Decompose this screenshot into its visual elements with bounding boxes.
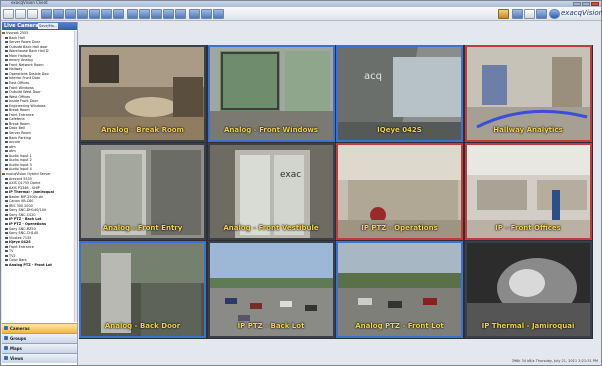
layout-5x4-icon[interactable] <box>127 9 138 19</box>
nav-groups[interactable]: Groups <box>2 333 77 343</box>
layout-4x3-icon[interactable] <box>101 9 112 19</box>
nav-views[interactable]: Views <box>2 353 77 363</box>
camera-tile[interactable]: acq IQeye 042S <box>336 45 463 142</box>
camera-tree: Vsvrsot 2555 Back Hall Server Room Door Out… <box>2 31 77 322</box>
camera-caption: Analog - Front Entry <box>102 224 183 232</box>
camera-caption: Analog - Break Room <box>101 126 184 134</box>
camera-grid: Analog - Break Room Analog - Front Window… <box>79 45 593 339</box>
layout-7x7-icon[interactable] <box>175 9 186 19</box>
camera-tile[interactable]: Analog - Break Room <box>79 45 206 142</box>
maximize-button[interactable] <box>582 2 590 6</box>
camera-caption: Analog - Front Vestibule <box>223 224 319 232</box>
window-controls <box>573 2 599 6</box>
minimize-button[interactable] <box>573 2 581 6</box>
sidebar-scrollbar[interactable] <box>74 31 77 322</box>
status-text: 396k 34 kB/s Thursday, July 21, 2011 3:2… <box>511 359 598 363</box>
camera-caption: Analog PTZ - Front Lot <box>355 322 444 330</box>
svg-text:exac: exac <box>280 170 301 180</box>
layout-6x6-icon[interactable] <box>163 9 174 19</box>
camera-tile[interactable]: Analog - Front Entry <box>79 143 206 240</box>
camera-tile[interactable]: Hallway Analytics <box>464 45 592 142</box>
camera-caption: IP PTZ - Back Lot <box>237 322 305 330</box>
layout-wide-icon[interactable] <box>201 9 212 19</box>
camera-caption: IP - Front Offices <box>495 224 561 232</box>
camera-tile[interactable]: IP - Front Offices <box>464 143 592 240</box>
camera-caption: IP Thermal - Jamiroquai <box>481 322 575 330</box>
fullscreen-icon[interactable] <box>524 9 535 19</box>
help-icon[interactable] <box>549 9 560 19</box>
search-icon[interactable] <box>15 9 26 19</box>
close-button[interactable] <box>591 2 599 6</box>
status-bar: 396k 34 kB/s Thursday, July 21, 2011 3:2… <box>79 341 601 365</box>
sidebar: Live Cameras Save/Ma... Vsvrsot 2555 Back… <box>2 22 78 365</box>
layout-4x4-icon[interactable] <box>113 9 124 19</box>
camera-caption: IP PTZ - Operations <box>361 224 438 232</box>
layout-6x5-icon[interactable] <box>151 9 162 19</box>
layout-2x2-icon[interactable] <box>53 9 64 19</box>
live-view-icon[interactable] <box>3 9 14 19</box>
sidebar-header-button[interactable]: Save/Ma... <box>38 23 59 29</box>
camera-tile[interactable]: exac Analog - Front Vestibule <box>207 143 335 240</box>
layout-tall-icon[interactable] <box>213 9 224 19</box>
camera-tile[interactable]: IP PTZ - Back Lot <box>207 241 335 338</box>
camera-caption: Hallway Analytics <box>493 126 563 134</box>
window-title: exacqVision Client <box>11 0 48 5</box>
sidebar-header: Live Cameras Save/Ma... <box>2 22 77 30</box>
layout-1x1-icon[interactable] <box>41 9 52 19</box>
camera-tile[interactable]: Analog - Front Windows <box>207 45 335 142</box>
camera-tile[interactable]: IP PTZ - Operations <box>336 143 463 240</box>
tree-camera-item[interactable]: Analog PTZ - Front Lot <box>2 263 77 268</box>
brand-logo: exacqVision <box>561 9 602 17</box>
camera-tile[interactable]: IP Thermal - Jamiroquai <box>464 241 592 338</box>
nav-cameras[interactable]: Cameras <box>2 323 77 333</box>
camera-caption: Analog - Back Door <box>104 322 181 330</box>
config-icon[interactable] <box>27 9 38 19</box>
layout-3x3-icon[interactable] <box>77 9 88 19</box>
camera-tile[interactable]: Analog - Back Door <box>79 241 206 338</box>
sidebar-title: Live Cameras <box>4 23 42 29</box>
camera-caption: Analog - Front Windows <box>223 126 319 134</box>
user-icon[interactable] <box>498 9 509 19</box>
sidebar-nav: Cameras Groups Maps Views <box>2 323 77 363</box>
app-window: exacqVision Client exacqVision Live Came… <box>0 0 602 366</box>
camera-caption: IQeye 042S <box>377 126 422 134</box>
layout-1plus7-icon[interactable] <box>89 9 100 19</box>
svg-text:acq: acq <box>364 71 382 82</box>
layout-1plus5-icon[interactable] <box>65 9 76 19</box>
export-icon[interactable] <box>536 9 547 19</box>
nav-maps[interactable]: Maps <box>2 343 77 353</box>
toolbar: exacqVision <box>1 7 602 21</box>
layout-5x5-icon[interactable] <box>139 9 150 19</box>
layout-8x8-icon[interactable] <box>189 9 200 19</box>
grid-settings-icon[interactable] <box>512 9 523 19</box>
camera-tile[interactable]: Analog PTZ - Front Lot <box>336 241 463 338</box>
